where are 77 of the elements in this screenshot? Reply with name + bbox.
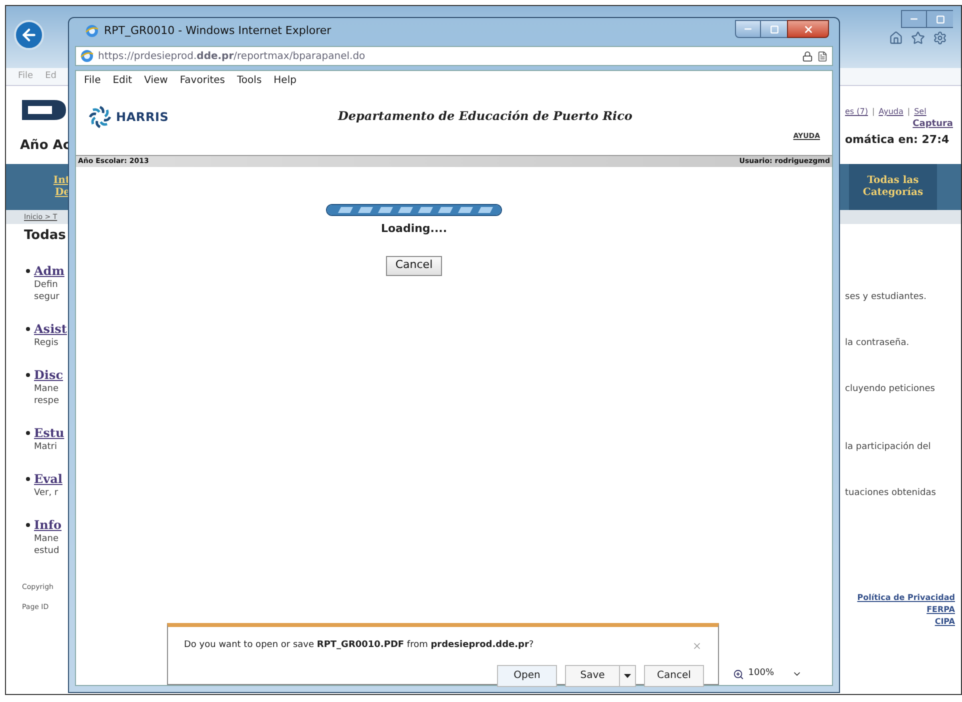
window-title: RPT_GR0010 - Windows Internet Explorer [104,22,332,39]
zoom-level[interactable]: 100% [748,667,774,681]
footer-link[interactable]: FERPA [926,604,955,616]
footer-link[interactable]: CIPA [934,616,955,628]
home-icon[interactable] [889,31,903,45]
link-separator: | [907,106,910,118]
category-description: estud [34,546,60,556]
lock-icon [802,50,813,62]
page-title: Departamento de Educación de Puerto Rico [338,108,632,125]
minimize-button[interactable] [901,10,927,28]
section-title: Todas [24,227,66,245]
maximize-icon [936,14,944,24]
bullet-icon [26,430,30,434]
footer-link[interactable]: Política de Privacidad [857,592,955,604]
close-icon[interactable] [692,640,702,651]
bullet-icon [26,522,30,526]
back-button[interactable] [14,20,44,50]
download-action-button[interactable]: Open [497,664,557,686]
category-link[interactable]: Adm [34,262,64,280]
category-link[interactable]: Asist [34,320,67,338]
bullet-icon [26,372,30,376]
category-description: Mane [34,384,59,394]
cancel-button[interactable]: Cancel [386,256,442,276]
brand-name: HARRIS [116,109,169,126]
url-text: https://prdesieprod.dde.pr/reportmax/bparapanel.do [98,50,366,64]
menu-item[interactable]: Edit [112,72,132,88]
category-description: la contraseña. [845,338,910,348]
menu-item[interactable]: File [84,72,101,88]
download-message: Do you want to open or save RPT_GR0010.PDF from prdesieprod.dde.pr? [184,639,534,652]
caret-icon [624,674,631,678]
close-icon [802,24,814,34]
category-description: Matri [34,442,58,452]
page-icon [817,50,828,62]
category-description: respe [34,396,59,406]
category-description: cluyendo peticiones [845,384,935,394]
menu-item[interactable]: Help [274,72,296,88]
category-description: Mane [34,534,59,544]
maximize-icon [770,24,778,34]
category-link[interactable]: Disc [34,366,64,384]
header-link[interactable]: Sel [914,106,926,118]
minimize-button[interactable] [735,20,761,38]
close-button[interactable] [787,20,829,38]
browser-icon [85,24,99,38]
download-action-button[interactable]: Cancel [644,664,704,686]
browser-icon [80,49,94,63]
category-description: Ver, r [34,488,58,498]
link-separator: | [872,106,875,118]
address-bar[interactable]: https://prdesieprod.dde.pr/reportmax/bparapanel.do [75,46,833,66]
category-description: tuaciones obtenidas [845,488,936,498]
zoom-icon[interactable] [733,668,744,680]
harris-logo-icon [88,105,112,129]
save-options-button[interactable] [620,664,636,686]
menu-item[interactable]: Tools [237,72,262,88]
settings-icon[interactable] [933,31,947,45]
favorites-icon[interactable] [911,31,925,45]
category-description: Defin [34,280,58,290]
menu-item[interactable]: View [144,72,168,88]
bullet-icon [26,326,30,330]
header-link[interactable]: es (7) [845,106,868,118]
category-link[interactable]: Info [34,516,62,534]
header-link[interactable]: Ayuda [878,106,904,118]
session-timer: omática en: 27:4 [845,132,950,148]
bullet-icon [26,268,30,272]
bullet-icon [26,476,30,480]
category-link[interactable]: Eval [34,470,62,488]
maximize-button[interactable] [927,10,953,28]
save-button[interactable]: Save [565,664,620,686]
maximize-button[interactable] [761,20,787,38]
category-description: ses y estudiantes. [845,292,926,302]
category-description: Regis [34,338,58,348]
menu-item[interactable]: Favorites [180,72,226,88]
loading-text: Loading.... [380,221,448,237]
category-link[interactable]: Estu [34,424,64,442]
category-description: la participación del [845,442,931,452]
nav-tab[interactable]: Todas las Categorías [849,164,937,210]
category-description: segur [34,292,60,302]
capture-link[interactable]: Captura [912,118,953,132]
